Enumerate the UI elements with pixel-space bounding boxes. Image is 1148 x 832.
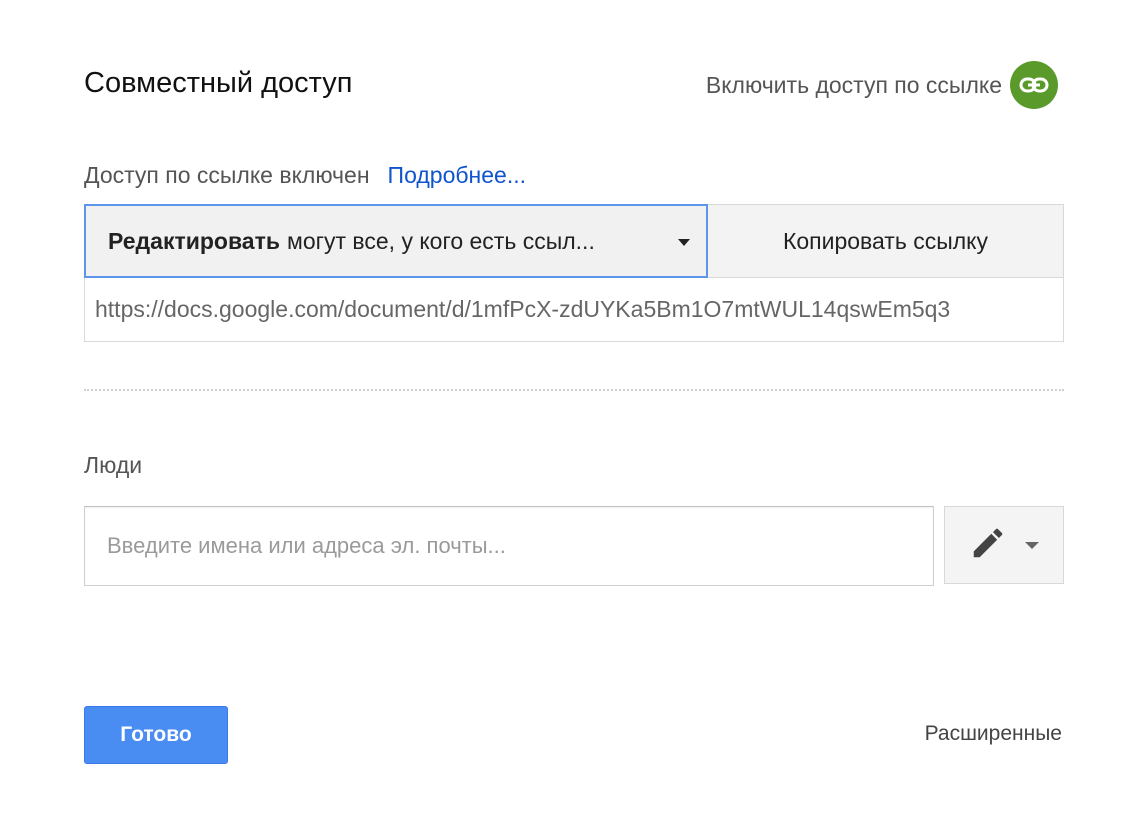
people-label: Люди: [84, 452, 143, 478]
chevron-down-icon: [678, 239, 690, 246]
share-dialog: Совместный доступ Включить доступ по ссы…: [0, 0, 1148, 832]
link-sharing-status: Доступ по ссылке включен: [84, 162, 370, 188]
people-input-wrapper: [84, 506, 934, 586]
share-url[interactable]: https://docs.google.com/document/d/1mfPc…: [95, 296, 950, 323]
link-toggle-label: Включить доступ по ссылке: [705, 71, 1002, 98]
permission-level: Редактировать: [108, 227, 280, 254]
link-icon[interactable]: [1010, 61, 1058, 109]
section-divider: [84, 389, 1064, 391]
people-permission-dropdown[interactable]: [944, 506, 1064, 584]
learn-more-link[interactable]: Подробнее...: [388, 162, 526, 188]
link-sharing-status-row: Доступ по ссылке включен Подробнее...: [84, 160, 526, 190]
share-url-field[interactable]: https://docs.google.com/document/d/1mfPc…: [84, 278, 1064, 342]
dialog-title: Совместный доступ: [84, 67, 353, 99]
permission-description: могут все, у кого есть ссыл...: [287, 227, 595, 254]
chevron-down-icon: [1025, 541, 1039, 549]
link-permission-dropdown[interactable]: Редактировать могут все, у кого есть ссы…: [84, 204, 708, 278]
people-input[interactable]: [105, 506, 933, 586]
advanced-link[interactable]: Расширенные: [925, 722, 1062, 746]
enable-link-sharing-toggle[interactable]: Включить доступ по ссылке: [706, 60, 1058, 110]
pencil-icon: [969, 524, 1007, 567]
copy-link-button[interactable]: Копировать ссылку: [708, 204, 1064, 278]
link-permission-row: Редактировать могут все, у кого есть ссы…: [84, 204, 1064, 278]
done-button[interactable]: Готово: [84, 706, 228, 764]
